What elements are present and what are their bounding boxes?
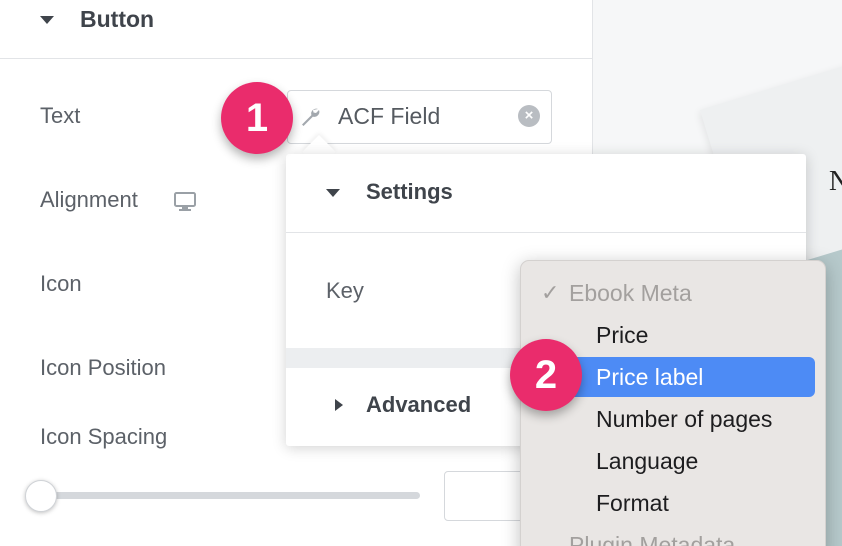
wrench-icon	[298, 105, 322, 134]
caret-right-icon[interactable]	[335, 399, 343, 411]
section-title: Button	[80, 6, 155, 32]
icon-spacing-label: Icon Spacing	[40, 424, 168, 449]
caret-down-icon	[326, 189, 340, 197]
checkmark-icon: ✓	[541, 280, 560, 305]
clear-icon[interactable]: ×	[518, 105, 540, 127]
text-field-value: ACF Field	[338, 103, 441, 129]
screen: N Button Text Alignment Icon Icon Positi…	[0, 0, 842, 546]
menu-option-format[interactable]: Format	[529, 483, 815, 523]
section-header-button[interactable]: Button	[0, 0, 592, 59]
step-marker-1: 1	[221, 82, 293, 154]
menu-group-ebook-meta: ✓ Ebook Meta	[529, 273, 815, 313]
icon-label: Icon	[40, 271, 82, 296]
menu-group-plugin-metadata: Plugin Metadata	[569, 532, 736, 546]
settings-title: Settings	[366, 179, 453, 204]
text-label: Text	[40, 103, 81, 128]
text-dynamic-field[interactable]: ACF Field ×	[287, 90, 552, 144]
icon-position-label: Icon Position	[40, 355, 166, 380]
icon-spacing-slider-track[interactable]	[40, 492, 420, 499]
alignment-label: Alignment	[40, 187, 138, 212]
book-cover-letter: N	[829, 166, 842, 197]
menu-option-number-of-pages[interactable]: Number of pages	[529, 399, 815, 439]
caret-down-icon	[40, 16, 54, 24]
menu-group-label: Ebook Meta	[569, 280, 692, 306]
step-marker-2: 2	[510, 339, 582, 411]
settings-section-header[interactable]: Settings	[286, 154, 806, 233]
icon-spacing-slider-handle[interactable]	[25, 480, 57, 512]
key-label: Key	[326, 278, 364, 303]
advanced-section-header[interactable]: Advanced	[366, 392, 471, 418]
desktop-icon[interactable]	[174, 192, 196, 217]
menu-option-language[interactable]: Language	[529, 441, 815, 481]
